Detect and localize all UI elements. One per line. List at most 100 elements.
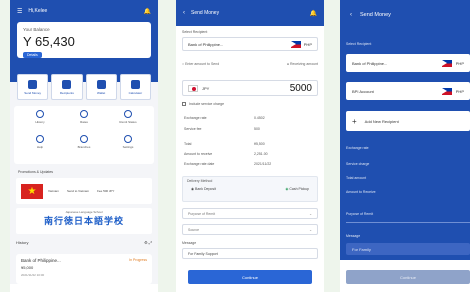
banner-country: Vietnam	[48, 189, 59, 193]
menu-label: Settings	[122, 145, 134, 149]
plus-icon: +	[352, 116, 357, 126]
delivery-bank[interactable]: ◉ Bank Deposit	[191, 187, 216, 191]
calculator-icon	[130, 79, 140, 89]
row-key: Service fee	[184, 127, 202, 131]
summary-row: Total ¥5,500	[184, 142, 316, 146]
row-value: 500	[254, 127, 260, 131]
menu-help[interactable]: Help	[18, 135, 62, 160]
people-icon	[62, 79, 72, 89]
amount-input[interactable]: JPY 5000	[182, 80, 318, 96]
add-recipient-button[interactable]: + Add New Recipient	[346, 111, 470, 131]
history-icon	[36, 110, 44, 118]
balance-amount: Y 65,430	[23, 34, 75, 49]
amount-mode: ○ Enter amount to Send ● Receiving amoun…	[182, 62, 318, 66]
field-label: Service charge	[346, 162, 370, 166]
expand-icon[interactable]: ⤢	[149, 240, 152, 245]
bottom-nav	[10, 284, 158, 292]
delivery-cash-label: Cash Pickup	[289, 187, 309, 191]
menu-rates[interactable]: Rates	[62, 110, 106, 135]
banner2-title: 南行徳日本語学校	[43, 216, 124, 226]
back-arrow-icon[interactable]: ‹	[350, 12, 352, 18]
notification-icon[interactable]: 🔔	[310, 10, 317, 17]
rates-icon	[80, 110, 88, 118]
menu-branches[interactable]: Branches	[62, 135, 106, 160]
message-field[interactable]: For Family	[346, 243, 470, 255]
recipient-card-1[interactable]: Bank of Philippine... PHP	[346, 54, 470, 72]
japan-flag-icon	[188, 84, 198, 92]
recipient-select[interactable]: Bank of Philippine... PHP	[182, 37, 318, 51]
menu-history[interactable]: History	[18, 110, 62, 135]
philippines-flag-icon	[441, 87, 452, 95]
field-label: Total amount	[346, 176, 367, 180]
delivery-cash[interactable]: ◉ Cash Pickup	[285, 187, 309, 191]
home-screen: ☰ Hi,Kelee 🔔 Your Balance Y 65,430 Detai…	[10, 0, 158, 292]
menu-icon[interactable]: ☰	[17, 8, 22, 15]
summary-row: Amount to receive 2,251.00	[184, 152, 316, 156]
tile-wallet[interactable]: Wallet	[85, 74, 117, 100]
send-header: ‹ Send Money 🔔	[176, 0, 324, 26]
continue-button[interactable]: Continue	[188, 270, 312, 284]
balance-details-button[interactable]: Details	[23, 52, 42, 58]
row-key: Total	[184, 142, 192, 146]
promo-banner-vietnam[interactable]: ★ Vietnam Send to Vietnam Fee 500 JPY	[16, 178, 152, 204]
row-value: ¥5,500	[254, 142, 265, 146]
recipient-card-2[interactable]: BPI Account PHP	[346, 82, 470, 100]
field-label: Amount to Receive	[346, 190, 376, 194]
philippines-flag-icon	[441, 59, 452, 67]
field-label: Exchange rate	[346, 146, 369, 150]
tile-recipients[interactable]: Recipients	[51, 74, 83, 100]
history-header: History ⚙ ⤢	[16, 240, 152, 245]
transaction-card[interactable]: Bank of Philippine... ¥5,000 2021/11/22 …	[16, 254, 152, 284]
tx-time: 2021/11/22 10:00	[21, 273, 45, 277]
balance-card: Your Balance Y 65,430 Details	[17, 22, 151, 58]
status-icon	[124, 110, 132, 118]
message-label: Message	[346, 234, 361, 238]
row-key: Exchange rate	[184, 116, 207, 120]
recipient-name: Bank of Philippine...	[188, 41, 224, 47]
amount-value: 5000	[289, 82, 312, 94]
app-title: Hi,Kelee	[28, 8, 48, 14]
send-icon	[28, 79, 38, 89]
filter-icon[interactable]: ⚙	[144, 240, 148, 245]
row-value: 2,251.00	[254, 152, 268, 156]
mode-receive-radio[interactable]: ● Receiving amount	[287, 62, 318, 66]
back-arrow-icon[interactable]: ‹	[183, 10, 185, 16]
help-icon	[36, 135, 44, 143]
tx-amount: ¥5,000	[21, 265, 34, 270]
message-input[interactable]: For Family Support	[182, 248, 318, 259]
mode-send-radio[interactable]: ○ Enter amount to Send	[182, 62, 219, 66]
service-charge-checkbox[interactable]: Include service charge	[182, 102, 224, 106]
message-value: For Family Support	[188, 251, 218, 256]
tile-label: Calculator	[128, 90, 143, 95]
banner-caption: Send to Vietnam	[66, 189, 90, 193]
menu-label: Branches	[77, 145, 91, 149]
purpose-select[interactable]: Purpose of Remit ⌄	[182, 208, 318, 219]
recipient-currency: PHP	[290, 40, 312, 48]
philippines-flag-icon	[290, 40, 301, 48]
recipient2-currency: PHP	[441, 87, 464, 95]
send-money-screen: ‹ Send Money 🔔 Select Recipient Bank of …	[176, 0, 324, 292]
tile-send-money[interactable]: Send Money	[17, 74, 49, 100]
recipient-screen: ‹ Send Money Select Recipient Bank of Ph…	[340, 0, 470, 292]
recipient2-code: PHP	[455, 88, 464, 94]
currency-code: JPY	[202, 85, 210, 91]
menu-settings[interactable]: Settings	[106, 135, 150, 160]
purpose-label: Purpose of Remit	[346, 212, 374, 216]
notification-icon[interactable]: 🔔	[144, 8, 151, 15]
chevron-down-icon: ⌄	[309, 227, 312, 232]
balance-label: Your Balance	[23, 27, 50, 32]
summary-row: Exchange rate date 2021/11/22	[184, 162, 316, 166]
recipient1-name: Bank of Philippine...	[352, 60, 388, 66]
tile-calculator[interactable]: Calculator	[119, 74, 151, 100]
send-title: Send Money	[191, 10, 220, 16]
delivery-label: Delivery Method	[187, 179, 213, 183]
continue-button[interactable]: Continue	[346, 270, 470, 284]
promo-banner-school[interactable]: Japanese Language School 南行徳日本語学校	[16, 208, 152, 234]
row-value: 0.4502	[254, 116, 265, 120]
history-actions: ⚙ ⤢	[144, 240, 152, 245]
row-value: 2021/11/22	[254, 162, 272, 166]
source-select[interactable]: Source ⌄	[182, 224, 318, 235]
home-header: ☰ Hi,Kelee 🔔 Your Balance Y 65,430 Detai…	[10, 0, 158, 82]
divider	[346, 222, 470, 223]
menu-remit-status[interactable]: Remit Status	[106, 110, 150, 135]
